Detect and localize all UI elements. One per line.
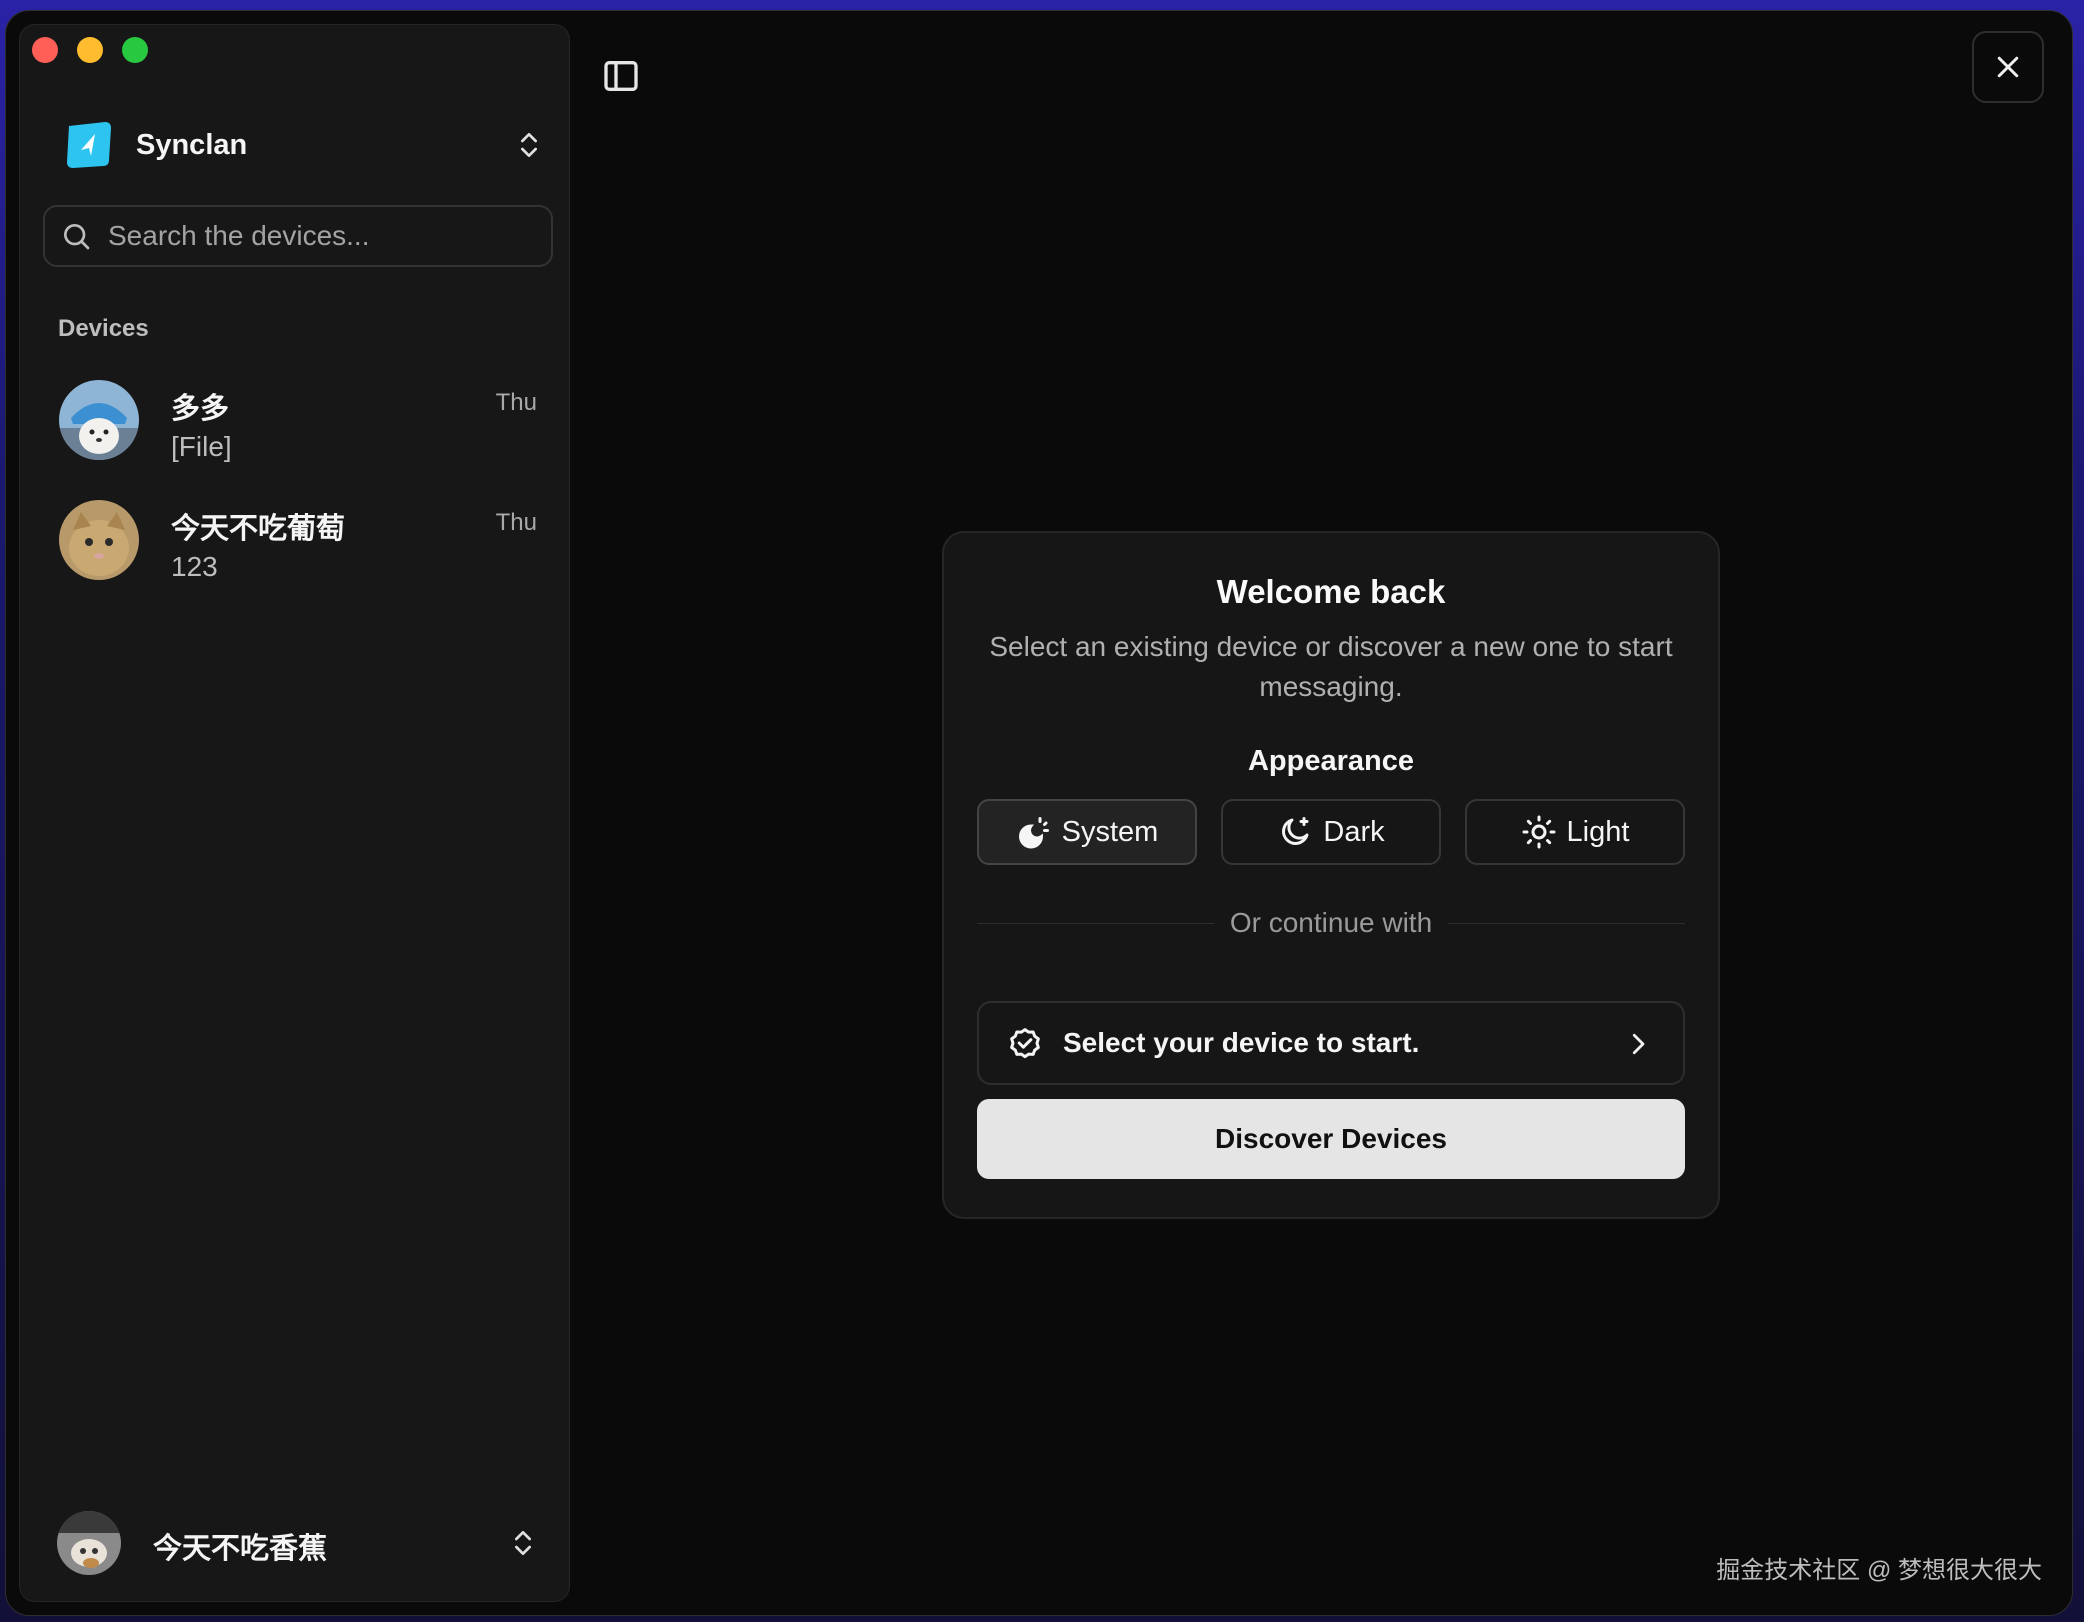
sidebar: Synclan Devices <box>19 24 570 1602</box>
sidebar-toggle-icon[interactable] <box>601 56 641 96</box>
appearance-label: Appearance <box>1247 745 1414 777</box>
theme-light-button[interactable]: Light <box>1465 799 1685 865</box>
divider-text: Or continue with <box>1229 907 1433 938</box>
search-icon <box>64 224 90 250</box>
device-time: Thu <box>495 389 537 416</box>
chevron-right-icon <box>1632 1033 1645 1055</box>
close-window-button[interactable] <box>32 37 58 63</box>
current-user-name: 今天不吃香蕉 <box>153 1533 328 1565</box>
device-name: 多多 <box>171 393 230 425</box>
theme-label: System <box>1061 815 1159 848</box>
select-device-label: Select your device to start. <box>1063 1027 1420 1058</box>
devices-section-label: Devices <box>58 315 149 342</box>
system-theme-icon <box>1018 817 1049 849</box>
sun-icon <box>1522 815 1556 849</box>
welcome-card: Welcome back Select an existing device o… <box>942 531 1720 1219</box>
welcome-title: Welcome back <box>1216 573 1446 610</box>
chevron-up-down-icon <box>515 1531 531 1555</box>
close-icon <box>1997 56 2019 78</box>
search-input[interactable] <box>106 219 530 253</box>
avatar <box>59 500 139 580</box>
app-window: Synclan Devices <box>5 10 2073 1616</box>
badge-check-icon <box>1010 1028 1040 1059</box>
device-last-message: 123 <box>171 551 218 582</box>
maximize-window-button[interactable] <box>122 37 148 63</box>
window-controls <box>32 37 148 63</box>
discover-devices-button[interactable]: Discover Devices <box>977 1099 1685 1179</box>
chevron-up-down-icon <box>521 133 537 157</box>
divider: Or continue with <box>977 903 1686 943</box>
avatar <box>57 1511 121 1575</box>
avatar <box>59 380 139 460</box>
device-item[interactable]: 今天不吃葡萄 123 Thu <box>43 485 553 593</box>
close-button[interactable] <box>1972 31 2044 103</box>
theme-selector: System Dark Light <box>977 799 1685 865</box>
minimize-window-button[interactable] <box>77 37 103 63</box>
search-box <box>43 205 553 267</box>
device-item[interactable]: 多多 [File] Thu <box>43 365 553 473</box>
watermark: 掘金技术社区 @ 梦想很大很大 <box>1716 1557 2042 1584</box>
current-user-switcher[interactable]: 今天不吃香蕉 <box>43 1503 553 1583</box>
app-logo-icon <box>65 120 113 170</box>
device-name: 今天不吃葡萄 <box>171 513 346 545</box>
device-last-message: [File] <box>171 431 232 462</box>
theme-label: Dark <box>1323 815 1385 848</box>
theme-system-button[interactable]: System <box>977 799 1197 865</box>
theme-label: Light <box>1566 815 1630 848</box>
moon-icon <box>1282 817 1309 845</box>
app-name: Synclan <box>136 128 248 161</box>
theme-dark-button[interactable]: Dark <box>1221 799 1441 865</box>
welcome-subtitle: Select an existing device or discover a … <box>989 631 1673 702</box>
device-time: Thu <box>495 509 537 536</box>
workspace-switcher[interactable]: Synclan <box>65 115 545 175</box>
select-device-button[interactable]: Select your device to start. <box>977 1001 1685 1085</box>
